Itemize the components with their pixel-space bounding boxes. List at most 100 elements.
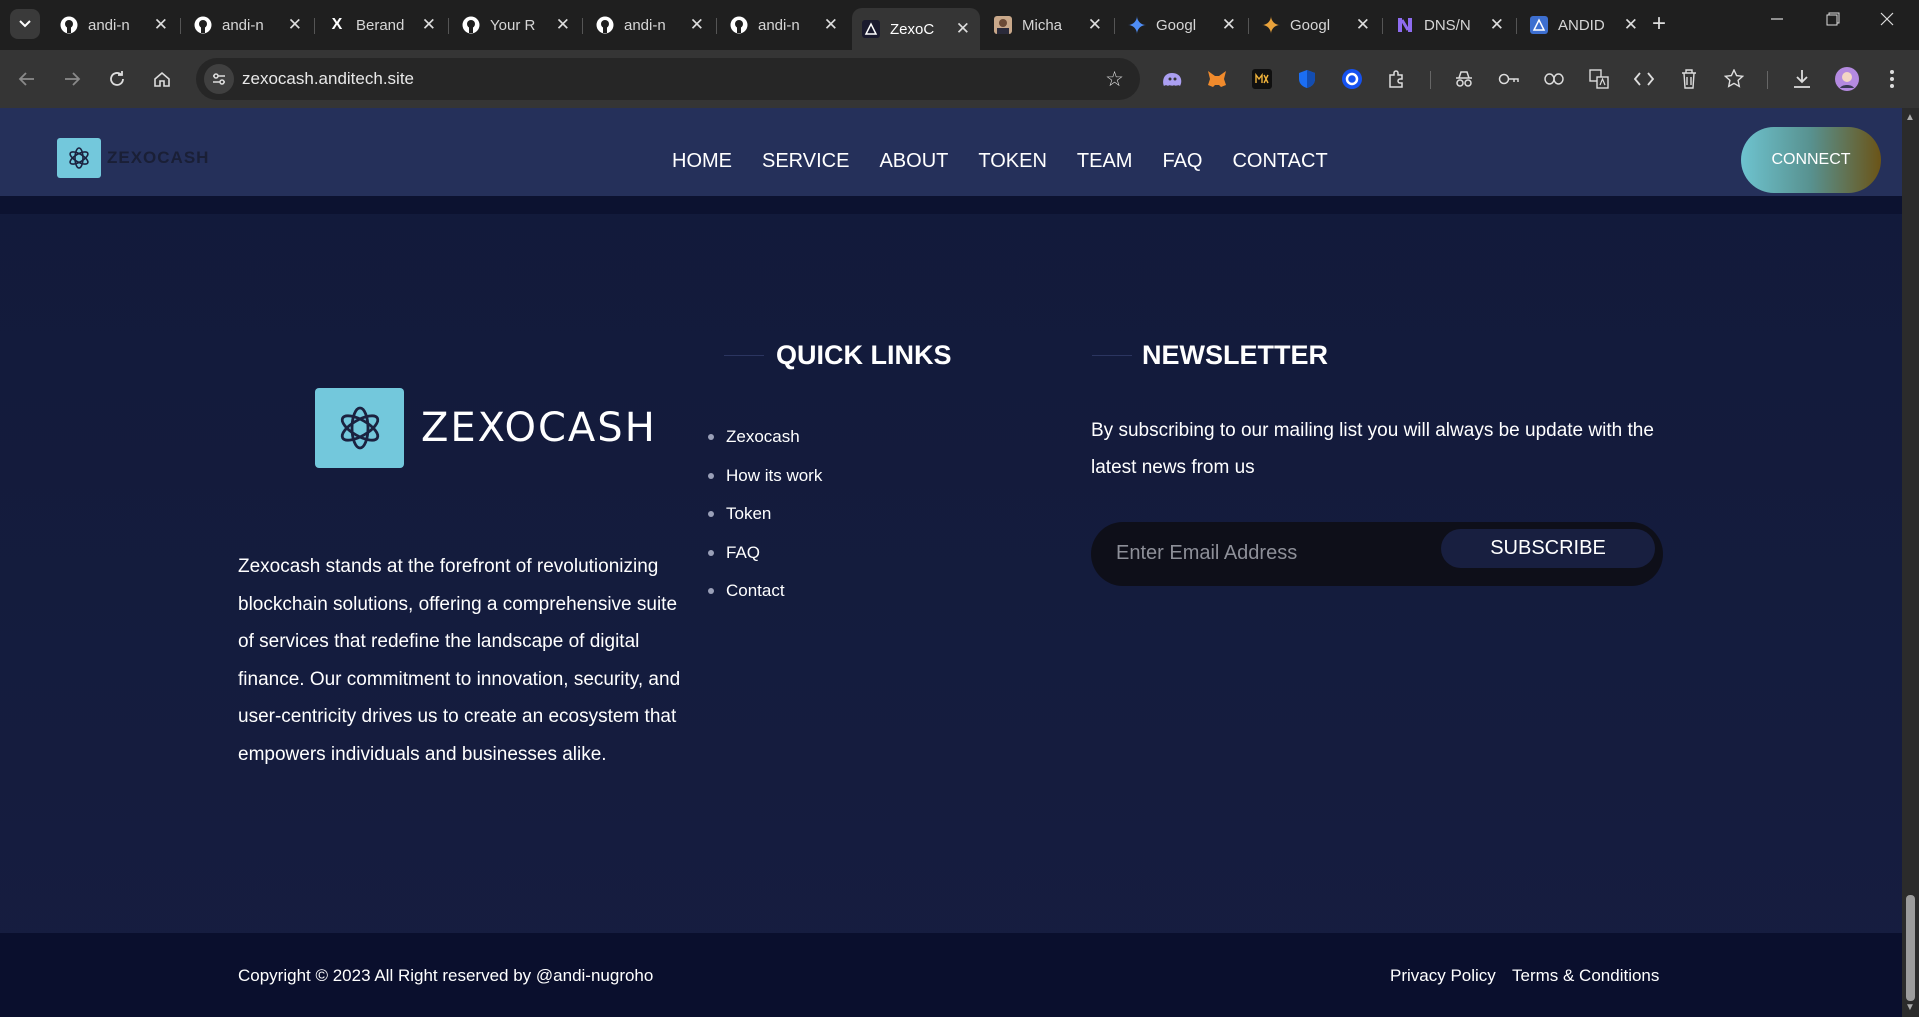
terms-link[interactable]: Terms & Conditions: [1512, 966, 1659, 986]
menu-item-faq[interactable]: FAQ: [1162, 150, 1202, 173]
browser-tab[interactable]: Googl ✕: [1118, 8, 1246, 42]
privacy-policy-link[interactable]: Privacy Policy: [1390, 966, 1496, 986]
browser-toolbar: zexocash.anditech.site ☆: [0, 50, 1919, 108]
download-icon[interactable]: [1790, 67, 1814, 91]
address-bar[interactable]: zexocash.anditech.site ☆: [196, 58, 1140, 100]
coinbase-icon[interactable]: [1340, 67, 1364, 91]
github-icon: [730, 16, 748, 34]
tab-title: Your R: [490, 16, 536, 34]
site-info-icon[interactable]: [204, 64, 234, 94]
profile-avatar[interactable]: [1835, 67, 1859, 91]
bookmark-star-icon[interactable]: ☆: [1105, 67, 1124, 92]
scroll-down-icon[interactable]: ▼: [1905, 1002, 1915, 1013]
close-icon[interactable]: ✕: [824, 15, 838, 35]
close-icon[interactable]: ✕: [1088, 15, 1102, 35]
tab-search-button[interactable]: [10, 9, 40, 39]
connect-button[interactable]: CONNECT: [1741, 127, 1881, 193]
window-close-icon[interactable]: [1880, 10, 1894, 31]
footer-logo[interactable]: ZEXOCASH: [315, 388, 657, 468]
quick-link-faq[interactable]: FAQ: [706, 534, 822, 573]
browser-tab[interactable]: andi-n ✕: [720, 8, 848, 42]
incognito-icon[interactable]: [1452, 67, 1476, 91]
link-icon[interactable]: [1542, 67, 1566, 91]
tab-divider: [180, 18, 181, 34]
tab-divider: [1516, 18, 1517, 34]
forward-icon[interactable]: [60, 67, 84, 91]
key-icon[interactable]: [1497, 67, 1521, 91]
subscribe-button[interactable]: SUBSCRIBE: [1441, 529, 1655, 568]
dns-icon: [1396, 16, 1414, 34]
browser-tab[interactable]: andi-n ✕: [50, 8, 178, 42]
shield-icon[interactable]: [1295, 67, 1319, 91]
tab-divider: [716, 18, 717, 34]
url-text[interactable]: zexocash.anditech.site: [242, 69, 414, 89]
mx-extension-icon[interactable]: [1250, 67, 1274, 91]
close-icon[interactable]: ✕: [1624, 15, 1638, 35]
close-icon[interactable]: ✕: [1222, 15, 1236, 35]
quick-links-title: QUICK LINKS: [776, 340, 952, 370]
menu-item-token[interactable]: TOKEN: [978, 150, 1047, 173]
browser-tab[interactable]: Micha ✕: [984, 8, 1112, 42]
restore-icon[interactable]: [1826, 10, 1840, 31]
new-tab-button[interactable]: +: [1652, 10, 1666, 38]
bookmarks-star-icon[interactable]: [1722, 67, 1746, 91]
menu-item-service[interactable]: SERVICE: [762, 150, 849, 173]
browser-tab[interactable]: DNS/N ✕: [1386, 8, 1514, 42]
tab-title: andi-n: [758, 16, 800, 34]
close-icon[interactable]: ✕: [154, 15, 168, 35]
kebab-menu-icon[interactable]: [1880, 67, 1904, 91]
toolbar-divider: [1767, 71, 1768, 89]
reload-icon[interactable]: [105, 67, 129, 91]
newsletter-text: By subscribing to our mailing list you w…: [1091, 420, 1654, 478]
x-icon: X: [331, 16, 343, 33]
close-icon[interactable]: ✕: [956, 19, 970, 39]
browser-tab[interactable]: andi-n ✕: [586, 8, 714, 42]
quick-link-contact[interactable]: Contact: [706, 572, 822, 611]
metamask-icon[interactable]: [1205, 67, 1229, 91]
menu-item-team[interactable]: TEAM: [1077, 150, 1133, 173]
close-icon[interactable]: ✕: [288, 15, 302, 35]
email-input[interactable]: [1116, 542, 1416, 565]
close-icon[interactable]: ✕: [1490, 15, 1504, 35]
logo-flower-icon: [57, 138, 101, 178]
quick-link-zexocash[interactable]: Zexocash: [706, 418, 822, 457]
scroll-thumb[interactable]: [1906, 895, 1915, 1001]
menu-item-about[interactable]: ABOUT: [879, 150, 948, 173]
copyright-text: Copyright © 2023 All Right reserved by @…: [238, 966, 654, 985]
minimize-icon[interactable]: [1770, 10, 1784, 31]
github-icon: [60, 16, 78, 34]
browser-tab-strip: andi-n ✕ andi-n ✕ X Berand ✕ Your R ✕ an…: [0, 0, 1919, 50]
extensions-puzzle-icon[interactable]: [1385, 67, 1409, 91]
close-icon[interactable]: ✕: [690, 15, 704, 35]
translate-icon[interactable]: [1587, 67, 1611, 91]
page-scrollbar[interactable]: ▲ ▼: [1902, 108, 1919, 1017]
menu-item-contact[interactable]: CONTACT: [1232, 150, 1327, 173]
quick-link-token[interactable]: Token: [706, 495, 822, 534]
ghost-extension-icon[interactable]: [1160, 67, 1184, 91]
close-icon[interactable]: ✕: [1356, 15, 1370, 35]
back-icon[interactable]: [15, 67, 39, 91]
browser-tab[interactable]: Your R ✕: [452, 8, 580, 42]
tab-title: DNS/N: [1424, 16, 1471, 34]
close-icon[interactable]: ✕: [556, 15, 570, 35]
browser-tab[interactable]: andi-n ✕: [184, 8, 312, 42]
tab-title: andi-n: [88, 16, 130, 34]
browser-tab-active[interactable]: ZexoC ✕: [852, 8, 980, 50]
code-icon[interactable]: [1632, 67, 1656, 91]
close-icon[interactable]: ✕: [422, 15, 436, 35]
scroll-up-icon[interactable]: ▲: [1905, 112, 1915, 123]
browser-tab[interactable]: X Berand ✕: [318, 8, 446, 42]
browser-tab[interactable]: Googl ✕: [1252, 8, 1380, 42]
logo-flower-icon: [315, 388, 404, 468]
trash-icon[interactable]: [1677, 67, 1701, 91]
github-icon: [462, 16, 480, 34]
quick-link-how-its-work[interactable]: How its work: [706, 457, 822, 496]
browser-tab[interactable]: ANDID ✕: [1520, 8, 1648, 42]
tab-title: ZexoC: [890, 20, 935, 38]
menu-item-home[interactable]: HOME: [672, 150, 732, 173]
web-page: ZEXOCASH HOME SERVICE ABOUT TOKEN TEAM F…: [0, 108, 1902, 1017]
tab-title: Micha: [1022, 16, 1063, 34]
header-logo[interactable]: ZEXOCASH: [57, 138, 209, 178]
home-icon[interactable]: [150, 67, 174, 91]
tab-divider: [1114, 18, 1115, 34]
